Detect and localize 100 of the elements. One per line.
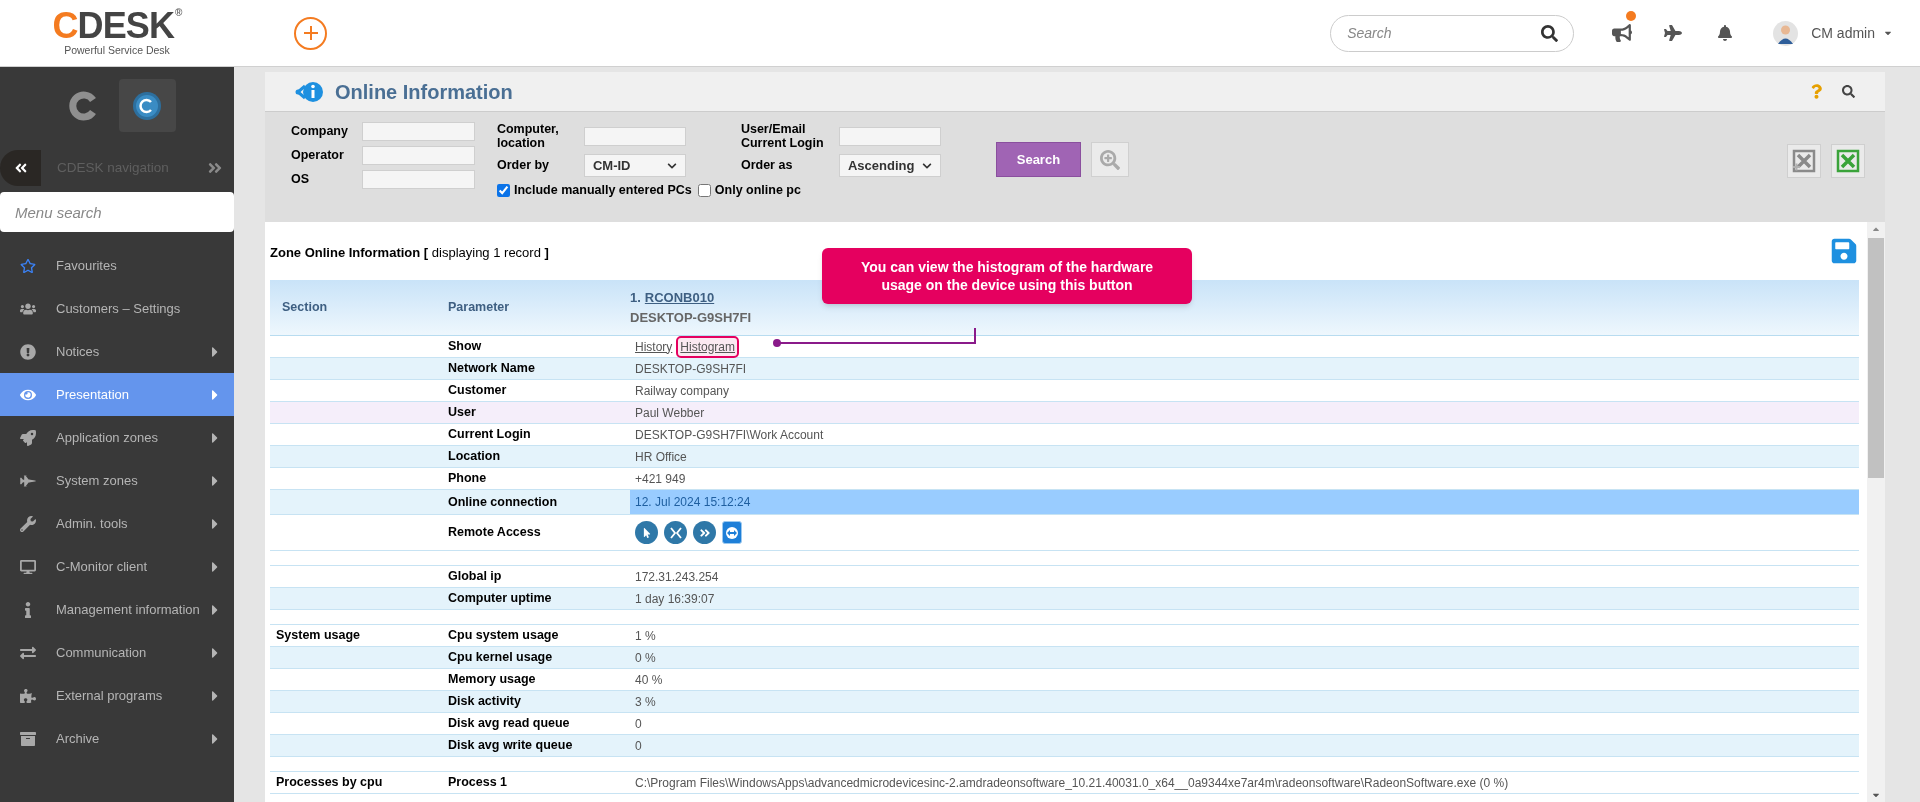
jet-icon <box>20 472 36 489</box>
archive-icon <box>20 730 36 747</box>
column-header: Parameter <box>447 299 511 317</box>
value-cell-text: 172.31.243.254 <box>634 568 720 586</box>
remote-viewer-button[interactable] <box>722 521 742 544</box>
chevron-icon <box>921 160 932 171</box>
os-field[interactable] <box>361 170 475 189</box>
parameter-cell-text: Global ip <box>447 568 503 586</box>
value-cell-text: 0 <box>634 715 643 733</box>
avatar-icon[interactable] <box>1773 20 1799 46</box>
record-link[interactable]: RCONB010 <box>644 288 715 308</box>
magnifier-plus-icon <box>1099 149 1120 170</box>
parameter-cell-text: Online connection <box>447 493 559 511</box>
connection-icon <box>669 526 682 539</box>
monitor-icon <box>20 558 36 575</box>
remote-pointer-button[interactable] <box>635 521 658 544</box>
company-field[interactable] <box>361 122 475 141</box>
link[interactable]: History <box>635 337 673 356</box>
record-number: 1. <box>630 289 641 307</box>
computer-field[interactable] <box>583 126 686 146</box>
select-field[interactable]: Ascending <box>838 154 941 177</box>
excel-export-button[interactable] <box>1831 144 1865 178</box>
sidebar-item[interactable]: Communication <box>0 631 234 674</box>
value-cell-text: +421 949 <box>634 470 687 488</box>
operator-field[interactable] <box>361 146 475 165</box>
user-field[interactable] <box>838 126 941 146</box>
double-chevron-icon <box>13 161 28 175</box>
spreadsheet-icon <box>1836 149 1860 173</box>
search-field[interactable]: Search <box>1330 14 1575 52</box>
section-cell-text: System usage <box>275 627 362 645</box>
sidebar-item[interactable]: Admin. tools <box>0 502 234 545</box>
help-icon[interactable] <box>1811 84 1822 99</box>
bell-icon[interactable] <box>1717 25 1734 41</box>
parameter-cell-text: Cpu system usage <box>447 627 560 645</box>
wrench-icon <box>20 515 36 532</box>
scrollbar[interactable] <box>1867 222 1885 802</box>
parameter-cell-text: Disk avg write queue <box>447 737 574 755</box>
double-arrow-icon[interactable] <box>206 160 224 176</box>
save-icon[interactable] <box>1831 237 1857 265</box>
value-cell-text: 1 % <box>634 627 657 645</box>
search-icon[interactable] <box>1842 85 1855 98</box>
select-field[interactable]: CM-ID <box>583 154 686 177</box>
sidebar-item[interactable]: Presentation <box>0 373 234 416</box>
sidebar-item[interactable]: System zones <box>0 459 234 502</box>
user-menu[interactable]: CM admin <box>1811 22 1893 44</box>
checkbox-label: Only online pc <box>714 182 801 199</box>
sidebar-item[interactable]: External programs <box>0 674 234 717</box>
share-info-icon <box>295 79 323 104</box>
checkbox[interactable] <box>496 183 510 197</box>
menu-search-field[interactable]: Menu search <box>0 192 234 232</box>
arrows-icon <box>20 644 36 661</box>
cursor-icon <box>641 527 652 538</box>
parameter-cell-text: Cpu kernel usage <box>447 649 554 667</box>
parameter-cell-text: Remote Access <box>447 524 542 542</box>
record-name: DESKTOP-G9SH7FI <box>630 308 752 327</box>
field-label: OS <box>291 171 311 189</box>
parameter-cell-text: Disk avg read queue <box>447 715 571 733</box>
advanced-search-button[interactable] <box>1090 142 1129 177</box>
field-label: User/Email Current Login <box>740 122 825 150</box>
parameter-cell-text: Customer <box>447 382 508 400</box>
field-label: Order by <box>496 157 551 175</box>
parameter-cell-text: Memory usage <box>447 671 537 689</box>
sidebar-item[interactable]: Archive <box>0 717 234 760</box>
parameter-cell-text: Process 1 <box>447 774 509 792</box>
plane-icon[interactable] <box>1664 24 1683 42</box>
value-cell-text: Paul Webber <box>634 404 706 422</box>
registered-mark: ® <box>175 7 182 18</box>
value-cell-text: 0 % <box>634 649 657 667</box>
parameter-cell-text: Phone <box>447 470 488 488</box>
scroll-thumb[interactable] <box>1868 238 1884 478</box>
field-label: Order as <box>740 157 794 175</box>
remote-connect-button[interactable] <box>664 521 687 544</box>
sidebar-item[interactable]: Customers – Settings <box>0 287 234 330</box>
parameter-cell-text: User <box>447 404 477 422</box>
value-cell-text: DESKTOP-G9SH7FI <box>634 360 748 378</box>
add-button[interactable] <box>294 16 327 50</box>
sidebar-item[interactable]: C-Monitor client <box>0 545 234 588</box>
exclamation-icon <box>20 343 36 360</box>
app-tile[interactable] <box>118 79 176 132</box>
sidebar-item[interactable]: Notices <box>0 330 234 373</box>
double-chevron-icon <box>698 526 711 539</box>
page-title: Online Information <box>335 79 513 105</box>
sidebar-item[interactable]: Application zones <box>0 416 234 459</box>
parameter-cell-text: Disk activity <box>447 693 522 711</box>
checkbox[interactable] <box>697 183 711 197</box>
sidebar-item[interactable]: Favourites <box>0 244 234 287</box>
search-icon[interactable] <box>1541 24 1559 42</box>
plus-icon <box>302 25 319 41</box>
sidebar-item[interactable]: Management information <box>0 588 234 631</box>
value-cell-text: 1 day 16:39:07 <box>634 590 716 608</box>
link[interactable]: Histogram <box>678 337 738 356</box>
megaphone-icon[interactable] <box>1612 23 1633 43</box>
excel-add-button[interactable] <box>1787 144 1821 178</box>
value-cell-text: 0 <box>634 737 643 755</box>
remote-forward-button[interactable] <box>693 521 716 544</box>
collapse-button[interactable] <box>0 150 41 186</box>
search-button[interactable]: Search <box>995 142 1081 177</box>
spreadsheet-plus-icon <box>1792 149 1816 173</box>
parameter-cell-text: Network Name <box>447 360 536 378</box>
table-title: Zone Online Information [ displaying 1 record ] <box>270 244 549 263</box>
